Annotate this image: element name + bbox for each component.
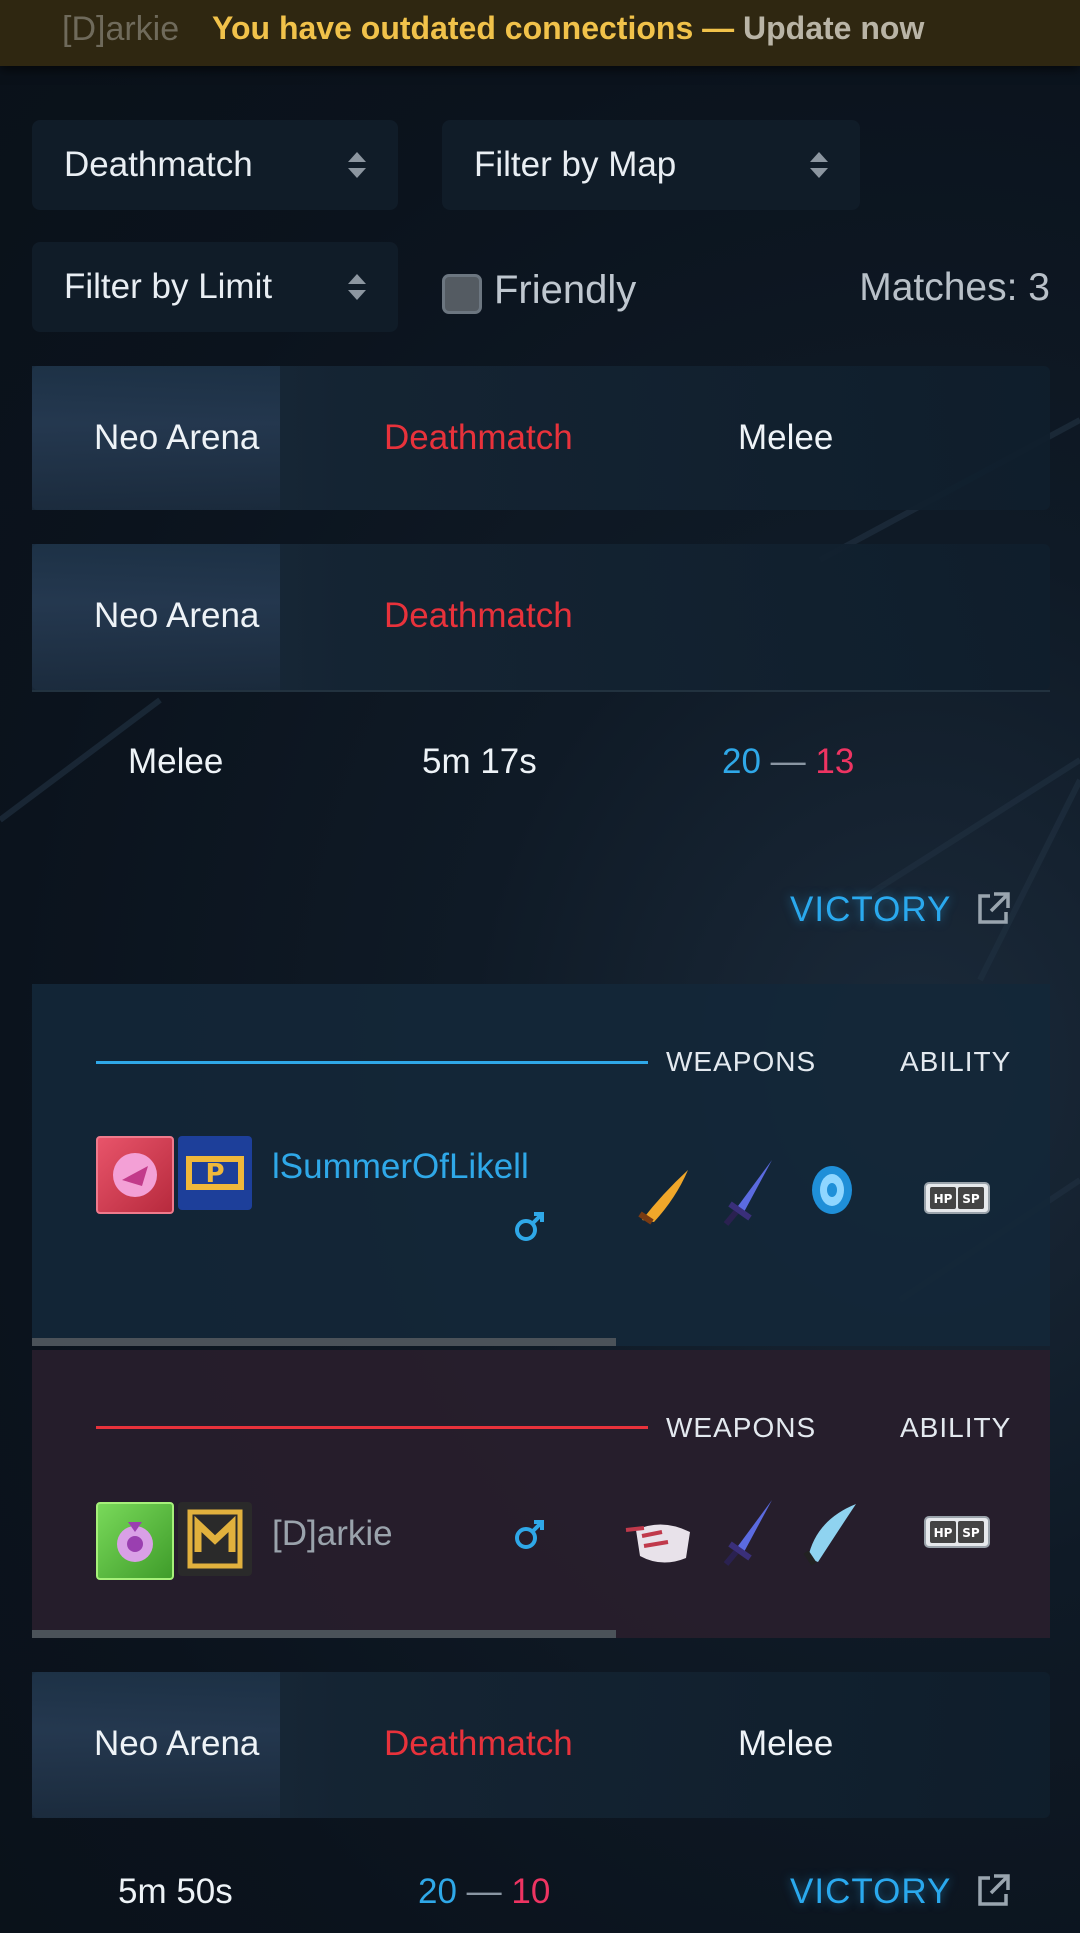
update-now-link[interactable]: Update now (743, 10, 924, 46)
friendly-checkbox[interactable] (442, 274, 482, 314)
game-mode: Deathmatch (384, 418, 573, 457)
player-emblem (96, 1502, 174, 1580)
weapon-sword-icon (723, 1500, 772, 1566)
mars-icon (515, 1212, 544, 1241)
map-select[interactable]: Filter by Map (442, 120, 860, 210)
external-link-icon[interactable] (974, 890, 1012, 928)
match-score: 20 — 10 (418, 1872, 550, 1912)
game-mode: Deathmatch (384, 596, 573, 635)
player-name[interactable]: [D]arkie (272, 1514, 393, 1554)
match-limit: Melee (128, 742, 224, 781)
select-arrows-icon (810, 152, 828, 178)
match-card-header[interactable]: Neo Arena Deathmatch Melee (32, 1672, 1050, 1818)
svg-text:P: P (205, 1159, 224, 1189)
match-duration: 5m 17s (422, 742, 537, 781)
weapons-header: WEAPONS (666, 1046, 817, 1077)
map-name: Neo Arena (94, 596, 260, 635)
match-card-header[interactable]: Neo Arena Deathmatch Melee (32, 366, 1050, 510)
mode-select-value: Deathmatch (64, 145, 253, 184)
hp-sp-ability-icon: HP SP (924, 1182, 990, 1214)
hp-sp-ability-icon: HP SP (924, 1516, 990, 1548)
divider (32, 690, 1050, 692)
friendly-label: Friendly (494, 268, 637, 312)
blue-team-panel: WEAPONS ABILITY P lSummerOfLikell HP SP (32, 984, 1050, 1346)
mars-icon (515, 1520, 544, 1549)
banner-background-name: [D]arkie (62, 10, 180, 48)
score-red: 10 (511, 1872, 551, 1911)
score-red: 13 (815, 742, 855, 781)
limit-select[interactable]: Filter by Limit (32, 242, 398, 332)
ability-sp-label: SP (962, 1526, 980, 1540)
ability-header: ABILITY (900, 1412, 1012, 1443)
player-rank-badge: P (178, 1136, 252, 1210)
score-separator: — (770, 742, 806, 781)
ability-hp-label: HP (934, 1526, 953, 1540)
match-result: VICTORY (790, 1872, 952, 1911)
match-limit: Melee (738, 418, 834, 457)
ability-hp-label: HP (934, 1192, 953, 1206)
blue-team-progress (32, 1338, 616, 1346)
weapon-shield-icon (812, 1166, 852, 1214)
map-name: Neo Arena (94, 418, 260, 457)
ability-sp-label: SP (962, 1192, 980, 1206)
limit-select-value: Filter by Limit (64, 267, 273, 306)
banner-message: You have outdated connections — Update n… (212, 10, 924, 47)
external-link-icon[interactable] (974, 1872, 1012, 1910)
match-result: VICTORY (790, 890, 952, 929)
match-limit: Melee (738, 1724, 834, 1763)
outdated-connections-banner: [D]arkie You have outdated connections —… (0, 0, 1080, 66)
ability-header: ABILITY (900, 1046, 1012, 1077)
blue-team-line (96, 1061, 648, 1064)
mode-select[interactable]: Deathmatch (32, 120, 398, 210)
select-arrows-icon (348, 274, 366, 300)
match-score: 20 — 13 (722, 742, 854, 782)
weapons-header: WEAPONS (666, 1412, 817, 1443)
match-card-header[interactable]: Neo Arena Deathmatch (32, 544, 1050, 690)
player-name[interactable]: lSummerOfLikell (272, 1147, 529, 1187)
banner-text: You have outdated connections — (212, 10, 735, 46)
match-duration: 5m 50s (118, 1872, 233, 1911)
player-rank-badge (178, 1502, 252, 1576)
red-team-line (96, 1426, 648, 1429)
red-team-panel: WEAPONS ABILITY [D]arkie HP SP (32, 1350, 1050, 1638)
weapon-blade-icon (803, 1504, 856, 1566)
player-emblem (96, 1136, 174, 1214)
game-mode: Deathmatch (384, 1724, 573, 1763)
score-blue: 20 (722, 742, 761, 781)
score-blue: 20 (418, 1872, 457, 1911)
weapon-gauntlet-icon (625, 1524, 690, 1563)
weapon-sword-icon (723, 1160, 772, 1226)
red-team-progress (32, 1630, 616, 1638)
weapon-claw-icon (638, 1170, 688, 1225)
score-separator: — (466, 1872, 502, 1911)
matches-count: Matches: 3 (859, 266, 1050, 309)
map-select-value: Filter by Map (474, 145, 677, 184)
select-arrows-icon (348, 152, 366, 178)
map-name: Neo Arena (94, 1724, 260, 1763)
